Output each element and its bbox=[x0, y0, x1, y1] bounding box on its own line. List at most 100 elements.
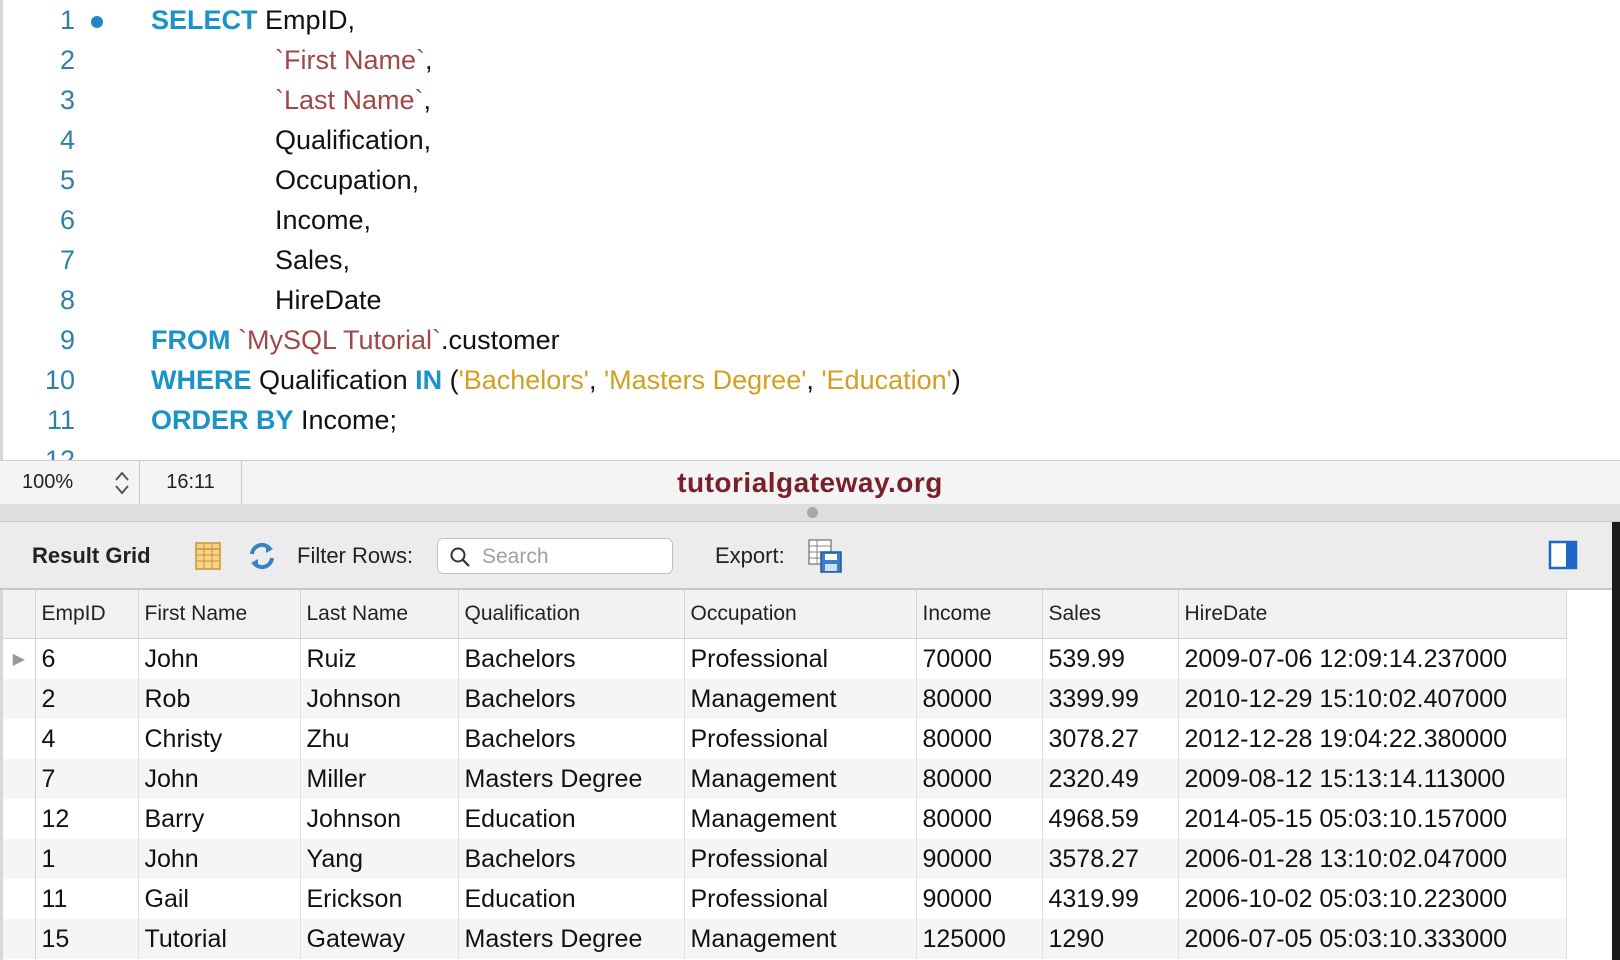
search-input[interactable] bbox=[480, 541, 664, 573]
table-cell[interactable]: 80000 bbox=[916, 799, 1043, 839]
filter-search-box[interactable] bbox=[437, 538, 673, 574]
table-cell[interactable]: 4319.99 bbox=[1042, 879, 1179, 919]
table-cell[interactable]: Management bbox=[684, 759, 917, 799]
table-cell[interactable]: 12 bbox=[35, 799, 139, 839]
table-cell[interactable]: 6 bbox=[35, 638, 139, 679]
code-line: 7 Sales, bbox=[3, 240, 1603, 280]
table-cell[interactable]: 7 bbox=[35, 759, 139, 799]
table-row[interactable]: 2 Rob Johnson Bachelors Management 80000 3399.… bbox=[3, 679, 1567, 719]
table-cell[interactable]: 80000 bbox=[916, 759, 1043, 799]
table-cell[interactable]: Management bbox=[684, 919, 917, 959]
editor-status-bar: 100% 16:11 tutorialgateway.org bbox=[0, 460, 1620, 504]
table-row[interactable]: 7 John Miller Masters Degree Management 80000… bbox=[3, 759, 1567, 799]
table-cell[interactable]: Professional bbox=[684, 638, 917, 679]
table-cell[interactable]: Education bbox=[458, 799, 685, 839]
table-cell[interactable]: 125000 bbox=[916, 919, 1043, 959]
table-cell[interactable]: 2010-12-29 15:10:02.407000 bbox=[1178, 679, 1567, 719]
table-cell[interactable]: 2006-10-02 05:03:10.223000 bbox=[1178, 879, 1567, 919]
column-header[interactable]: EmpID bbox=[35, 590, 139, 639]
table-cell[interactable]: John bbox=[138, 759, 301, 799]
table-cell[interactable]: Christy bbox=[138, 719, 301, 759]
table-cell[interactable]: 2014-05-15 05:03:10.157000 bbox=[1178, 799, 1567, 839]
table-cell[interactable]: Zhu bbox=[300, 719, 459, 759]
splitter-handle[interactable] bbox=[807, 507, 818, 518]
table-cell[interactable]: 70000 bbox=[916, 638, 1043, 679]
table-cell[interactable]: 90000 bbox=[916, 879, 1043, 919]
table-cell[interactable]: Professional bbox=[684, 879, 917, 919]
sql-editor[interactable]: 1 SELECT EmpID, 2 `First Name`, 3 `Last Name`… bbox=[0, 0, 1620, 460]
table-cell[interactable]: John bbox=[138, 839, 301, 879]
pane-splitter[interactable] bbox=[0, 504, 1620, 522]
table-cell[interactable]: Tutorial bbox=[138, 919, 301, 959]
table-row[interactable]: 12 Barry Johnson Education Management 80000 49… bbox=[3, 799, 1567, 839]
table-cell[interactable]: Professional bbox=[684, 839, 917, 879]
table-cell[interactable]: 2006-01-28 13:10:02.047000 bbox=[1178, 839, 1567, 879]
table-cell[interactable]: Miller bbox=[300, 759, 459, 799]
table-cell[interactable]: Gateway bbox=[300, 919, 459, 959]
column-header[interactable]: Occupation bbox=[684, 590, 917, 639]
table-cell[interactable]: Rob bbox=[138, 679, 301, 719]
column-header[interactable]: Last Name bbox=[300, 590, 459, 639]
table-cell[interactable]: John bbox=[138, 638, 301, 679]
table-cell[interactable]: Masters Degree bbox=[458, 759, 685, 799]
table-cell[interactable]: 4968.59 bbox=[1042, 799, 1179, 839]
table-row[interactable]: 11 Gail Erickson Education Professional 90000… bbox=[3, 879, 1567, 919]
table-cell[interactable]: Bachelors bbox=[458, 719, 685, 759]
grid-view-icon[interactable] bbox=[192, 540, 224, 572]
panel-toggle-icon[interactable] bbox=[1548, 540, 1578, 570]
table-cell[interactable]: Bachelors bbox=[458, 638, 685, 679]
table-cell[interactable]: Bachelors bbox=[458, 679, 685, 719]
table-cell[interactable]: 3578.27 bbox=[1042, 839, 1179, 879]
table-cell[interactable]: 90000 bbox=[916, 839, 1043, 879]
stepper-icon[interactable] bbox=[113, 469, 131, 497]
table-cell[interactable]: 80000 bbox=[916, 719, 1043, 759]
table-cell[interactable]: Education bbox=[458, 879, 685, 919]
zoom-control[interactable]: 100% bbox=[0, 461, 140, 504]
table-cell[interactable]: 80000 bbox=[916, 679, 1043, 719]
table-cell[interactable]: 4 bbox=[35, 719, 139, 759]
column-header[interactable]: Sales bbox=[1042, 590, 1179, 639]
table-cell[interactable]: 1 bbox=[35, 839, 139, 879]
table-cell[interactable]: 2 bbox=[35, 679, 139, 719]
line-number: 2 bbox=[59, 45, 75, 75]
table-cell[interactable]: Johnson bbox=[300, 799, 459, 839]
table-cell[interactable]: Barry bbox=[138, 799, 301, 839]
column-header[interactable]: First Name bbox=[138, 590, 301, 639]
sql-string: 'Masters Degree' bbox=[603, 365, 807, 395]
table-cell[interactable]: 539.99 bbox=[1042, 638, 1179, 679]
vertical-scrollbar[interactable] bbox=[1612, 522, 1620, 960]
table-row[interactable]: 4 Christy Zhu Bachelors Professional 80000 307… bbox=[3, 719, 1567, 759]
table-cell[interactable]: Management bbox=[684, 679, 917, 719]
table-cell[interactable]: Masters Degree bbox=[458, 919, 685, 959]
column-header[interactable]: Qualification bbox=[458, 590, 685, 639]
table-cell[interactable]: 2320.49 bbox=[1042, 759, 1179, 799]
refresh-icon[interactable] bbox=[246, 540, 278, 572]
table-cell[interactable]: Bachelors bbox=[458, 839, 685, 879]
table-cell[interactable]: 2009-08-12 15:13:14.113000 bbox=[1178, 759, 1567, 799]
table-cell[interactable]: Erickson bbox=[300, 879, 459, 919]
table-cell[interactable]: 15 bbox=[35, 919, 139, 959]
table-cell[interactable]: 3399.99 bbox=[1042, 679, 1179, 719]
table-cell[interactable]: Yang bbox=[300, 839, 459, 879]
table-cell[interactable]: Johnson bbox=[300, 679, 459, 719]
table-row[interactable]: 15 Tutorial Gateway Masters Degree Managemen… bbox=[3, 919, 1567, 959]
sql-token: Sales, bbox=[275, 245, 351, 275]
table-cell[interactable]: Ruiz bbox=[300, 638, 459, 679]
column-header[interactable]: HireDate bbox=[1178, 590, 1567, 639]
table-cell[interactable]: Management bbox=[684, 799, 917, 839]
table-row[interactable]: ▶ 6 John Ruiz Bachelors Professional 70000 539.… bbox=[3, 638, 1567, 679]
table-cell[interactable]: 2009-07-06 12:09:14.237000 bbox=[1178, 638, 1567, 679]
table-cell[interactable]: 3078.27 bbox=[1042, 719, 1179, 759]
table-cell[interactable]: 2012-12-28 19:04:22.380000 bbox=[1178, 719, 1567, 759]
line-number: 3 bbox=[59, 85, 75, 115]
table-row[interactable]: 1 John Yang Bachelors Professional 90000 3578.… bbox=[3, 839, 1567, 879]
table-cell[interactable]: Gail bbox=[138, 879, 301, 919]
table-cell[interactable]: 2006-07-05 05:03:10.333000 bbox=[1178, 919, 1567, 959]
code-line: 3 `Last Name`, bbox=[3, 80, 1603, 120]
column-header[interactable]: Income bbox=[916, 590, 1043, 639]
table-cell[interactable]: 1290 bbox=[1042, 919, 1179, 959]
result-grid[interactable]: EmpID First Name Last Name Qualification Occ… bbox=[0, 590, 1612, 960]
export-icon[interactable] bbox=[807, 538, 843, 574]
table-cell[interactable]: 11 bbox=[35, 879, 139, 919]
table-cell[interactable]: Professional bbox=[684, 719, 917, 759]
